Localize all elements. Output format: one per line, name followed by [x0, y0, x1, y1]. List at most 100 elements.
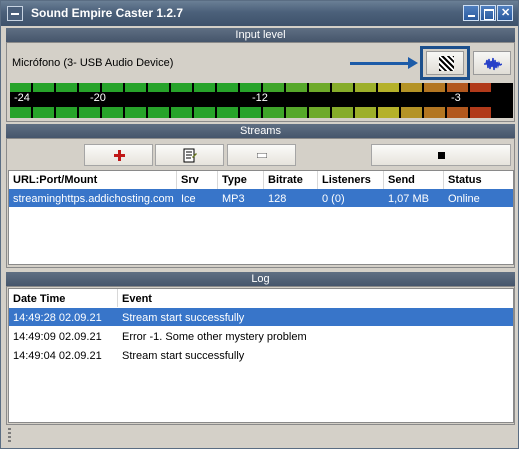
meter-segment-top	[148, 83, 169, 92]
remove-icon	[257, 153, 267, 158]
meter-segment-bottom	[424, 107, 445, 118]
meter-tick-24: -24	[14, 92, 30, 104]
meter-segment	[424, 83, 445, 118]
meter-segment	[171, 83, 192, 118]
minimize-button[interactable]	[463, 5, 479, 21]
stream-bitrate: 128	[268, 193, 287, 205]
meter-segment	[56, 83, 77, 118]
log-event[interactable]: Error -1. Some other mystery problem	[122, 331, 307, 343]
meter-segment-top	[424, 83, 445, 92]
meter-segment-top	[470, 83, 491, 92]
edit-stream-button[interactable]	[155, 144, 224, 166]
meter-segment-bottom	[378, 107, 399, 118]
meter-segment-top	[217, 83, 238, 92]
meter-segment-bottom	[56, 107, 77, 118]
meter-segment-top	[286, 83, 307, 92]
meter-segment-bottom	[309, 107, 330, 118]
stream-url: streaminghttps.addichosting.com	[13, 193, 174, 205]
stream-srv: Ice	[181, 193, 196, 205]
meter-segment	[217, 83, 238, 118]
meter-segment-top	[125, 83, 146, 92]
remove-stream-button[interactable]	[227, 144, 296, 166]
input-level-meter: -24 -20 -12 -3	[10, 83, 513, 118]
log-header: Log	[6, 272, 515, 286]
col-url[interactable]: URL:Port/Mount	[13, 174, 97, 186]
meter-segment-bottom	[286, 107, 307, 118]
meter-segment-bottom	[171, 107, 192, 118]
status-bar	[2, 425, 517, 448]
meter-tick-12: -12	[252, 92, 268, 104]
meter-segment-bottom	[125, 107, 146, 118]
add-icon	[114, 150, 125, 161]
window-title: Sound Empire Caster 1.2.7	[31, 6, 184, 20]
col-status[interactable]: Status	[448, 174, 482, 186]
meter-segment-top	[263, 83, 284, 92]
meter-segment	[125, 83, 146, 118]
annotation-highlight-box	[420, 46, 470, 80]
meter-segment-bottom	[148, 107, 169, 118]
meter-segment-bottom	[263, 107, 284, 118]
meter-segment	[470, 83, 491, 118]
col-bitrate[interactable]: Bitrate	[268, 174, 303, 186]
meter-segment	[286, 83, 307, 118]
meter-segment-bottom	[10, 107, 31, 118]
main-window: Sound Empire Caster 1.2.7 Input level Mi…	[0, 0, 519, 449]
log-time[interactable]: 14:49:09 02.09.21	[13, 331, 102, 343]
meter-segment-top	[378, 83, 399, 92]
meter-segment-bottom	[355, 107, 376, 118]
waveform-icon	[484, 57, 502, 71]
meter-segment-bottom	[194, 107, 215, 118]
col-send[interactable]: Send	[388, 174, 415, 186]
col-srv[interactable]: Srv	[181, 174, 199, 186]
input-level-header: Input level	[6, 28, 515, 42]
close-button[interactable]	[497, 5, 513, 21]
meter-segment-top	[171, 83, 192, 92]
stop-stream-button[interactable]	[371, 144, 511, 166]
meter-tick-3: -3	[451, 92, 461, 104]
meter-segment-bottom	[401, 107, 422, 118]
meter-segment-top	[332, 83, 353, 92]
maximize-button[interactable]	[480, 5, 496, 21]
meter-segment-top	[56, 83, 77, 92]
meter-segment-bottom	[447, 107, 468, 118]
meter-segment-bottom	[240, 107, 261, 118]
log-time[interactable]: 14:49:04 02.09.21	[13, 350, 102, 362]
meter-segment-bottom	[33, 107, 54, 118]
meter-segment-bottom	[217, 107, 238, 118]
system-menu-icon[interactable]	[7, 6, 23, 21]
meter-segment-bottom	[79, 107, 100, 118]
streams-header: Streams	[6, 124, 515, 138]
meter-segment	[332, 83, 353, 118]
col-type[interactable]: Type	[222, 174, 247, 186]
stream-send: 1,07 MB	[388, 193, 429, 205]
waveform-button[interactable]	[473, 51, 511, 75]
meter-segment-top	[240, 83, 261, 92]
meter-segment	[378, 83, 399, 118]
stream-type: MP3	[222, 193, 245, 205]
meter-segment	[148, 83, 169, 118]
stream-listeners: 0 (0)	[322, 193, 345, 205]
input-device-label: Micrófono (3- USB Audio Device)	[12, 57, 174, 69]
meter-segment-top	[401, 83, 422, 92]
annotation-arrow	[350, 62, 410, 65]
resize-grip-icon[interactable]	[8, 428, 11, 443]
meter-segment-top	[447, 83, 468, 92]
col-date-time[interactable]: Date Time	[13, 293, 65, 305]
log-event: Stream start successfully	[122, 312, 245, 324]
col-listeners[interactable]: Listeners	[322, 174, 371, 186]
add-stream-button[interactable]	[84, 144, 153, 166]
meter-segment	[194, 83, 215, 118]
stop-icon	[438, 152, 445, 159]
log-time: 14:49:28 02.09.21	[13, 312, 102, 324]
meter-segment-top	[309, 83, 330, 92]
meter-segment-top	[102, 83, 123, 92]
meter-segment-bottom	[332, 107, 353, 118]
meter-segment-bottom	[102, 107, 123, 118]
col-event[interactable]: Event	[122, 293, 152, 305]
meter-tick-20: -20	[90, 92, 106, 104]
log-event[interactable]: Stream start successfully	[122, 350, 244, 362]
meter-segment-bottom	[470, 107, 491, 118]
col-divider	[117, 289, 118, 307]
meter-segment-top	[10, 83, 31, 92]
title-bar[interactable]: Sound Empire Caster 1.2.7	[1, 1, 518, 26]
